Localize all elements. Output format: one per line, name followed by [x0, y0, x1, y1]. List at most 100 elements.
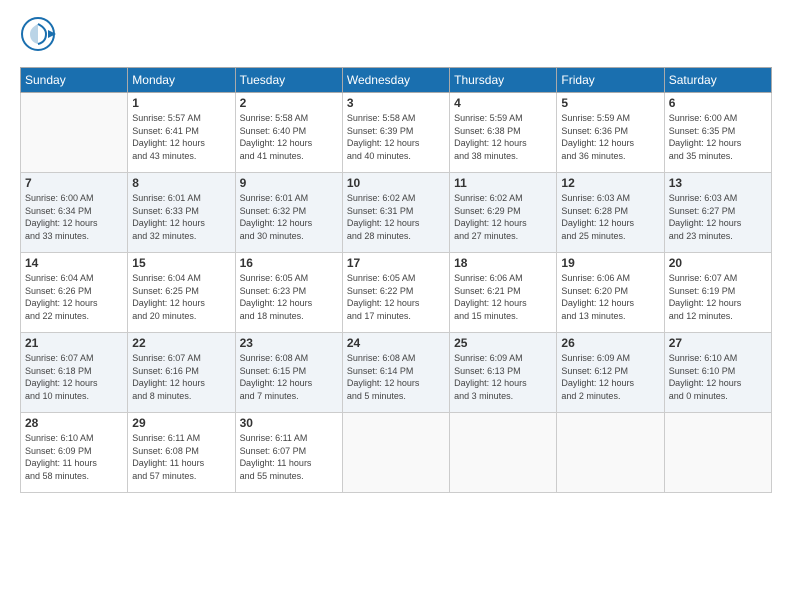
day-header-wednesday: Wednesday — [342, 68, 449, 93]
calendar-cell — [342, 413, 449, 493]
calendar-cell: 16 Sunrise: 6:05 AM Sunset: 6:23 PM Dayli… — [235, 253, 342, 333]
day-number: 3 — [347, 96, 445, 110]
calendar-cell: 3 Sunrise: 5:58 AM Sunset: 6:39 PM Daylig… — [342, 93, 449, 173]
day-number: 29 — [132, 416, 230, 430]
day-info: Sunrise: 6:06 AM Sunset: 6:21 PM Dayligh… — [454, 272, 552, 322]
calendar-header-row: SundayMondayTuesdayWednesdayThursdayFrid… — [21, 68, 772, 93]
header — [20, 16, 772, 57]
calendar-cell — [664, 413, 771, 493]
logo — [20, 16, 60, 57]
calendar-cell: 18 Sunrise: 6:06 AM Sunset: 6:21 PM Dayli… — [450, 253, 557, 333]
calendar-cell: 23 Sunrise: 6:08 AM Sunset: 6:15 PM Dayli… — [235, 333, 342, 413]
day-info: Sunrise: 6:10 AM Sunset: 6:09 PM Dayligh… — [25, 432, 123, 482]
day-info: Sunrise: 6:09 AM Sunset: 6:12 PM Dayligh… — [561, 352, 659, 402]
day-number: 10 — [347, 176, 445, 190]
day-number: 2 — [240, 96, 338, 110]
day-number: 14 — [25, 256, 123, 270]
day-header-saturday: Saturday — [664, 68, 771, 93]
calendar-cell: 25 Sunrise: 6:09 AM Sunset: 6:13 PM Dayli… — [450, 333, 557, 413]
day-number: 19 — [561, 256, 659, 270]
calendar-cell: 8 Sunrise: 6:01 AM Sunset: 6:33 PM Daylig… — [128, 173, 235, 253]
day-number: 9 — [240, 176, 338, 190]
day-number: 13 — [669, 176, 767, 190]
logo-icon — [20, 16, 56, 52]
day-number: 11 — [454, 176, 552, 190]
day-number: 22 — [132, 336, 230, 350]
day-header-sunday: Sunday — [21, 68, 128, 93]
day-info: Sunrise: 6:07 AM Sunset: 6:16 PM Dayligh… — [132, 352, 230, 402]
day-info: Sunrise: 6:01 AM Sunset: 6:33 PM Dayligh… — [132, 192, 230, 242]
day-number: 12 — [561, 176, 659, 190]
calendar-cell: 14 Sunrise: 6:04 AM Sunset: 6:26 PM Dayli… — [21, 253, 128, 333]
calendar-cell: 11 Sunrise: 6:02 AM Sunset: 6:29 PM Dayli… — [450, 173, 557, 253]
calendar-cell: 24 Sunrise: 6:08 AM Sunset: 6:14 PM Dayli… — [342, 333, 449, 413]
week-row-3: 14 Sunrise: 6:04 AM Sunset: 6:26 PM Dayli… — [21, 253, 772, 333]
day-number: 15 — [132, 256, 230, 270]
calendar-cell: 28 Sunrise: 6:10 AM Sunset: 6:09 PM Dayli… — [21, 413, 128, 493]
day-info: Sunrise: 6:11 AM Sunset: 6:07 PM Dayligh… — [240, 432, 338, 482]
calendar-cell: 1 Sunrise: 5:57 AM Sunset: 6:41 PM Daylig… — [128, 93, 235, 173]
day-info: Sunrise: 5:57 AM Sunset: 6:41 PM Dayligh… — [132, 112, 230, 162]
day-info: Sunrise: 6:05 AM Sunset: 6:23 PM Dayligh… — [240, 272, 338, 322]
week-row-5: 28 Sunrise: 6:10 AM Sunset: 6:09 PM Dayli… — [21, 413, 772, 493]
day-info: Sunrise: 6:02 AM Sunset: 6:31 PM Dayligh… — [347, 192, 445, 242]
day-info: Sunrise: 6:11 AM Sunset: 6:08 PM Dayligh… — [132, 432, 230, 482]
day-number: 20 — [669, 256, 767, 270]
calendar-cell: 12 Sunrise: 6:03 AM Sunset: 6:28 PM Dayli… — [557, 173, 664, 253]
day-number: 24 — [347, 336, 445, 350]
calendar-cell: 26Sunrise: 6:09 AM Sunset: 6:12 PM Dayli… — [557, 333, 664, 413]
day-info: Sunrise: 6:08 AM Sunset: 6:14 PM Dayligh… — [347, 352, 445, 402]
day-number: 16 — [240, 256, 338, 270]
day-header-thursday: Thursday — [450, 68, 557, 93]
calendar-cell: 4 Sunrise: 5:59 AM Sunset: 6:38 PM Daylig… — [450, 93, 557, 173]
day-header-friday: Friday — [557, 68, 664, 93]
day-number: 4 — [454, 96, 552, 110]
calendar-cell: 13Sunrise: 6:03 AM Sunset: 6:27 PM Dayli… — [664, 173, 771, 253]
day-number: 30 — [240, 416, 338, 430]
calendar-cell — [21, 93, 128, 173]
day-info: Sunrise: 6:04 AM Sunset: 6:26 PM Dayligh… — [25, 272, 123, 322]
day-info: Sunrise: 6:05 AM Sunset: 6:22 PM Dayligh… — [347, 272, 445, 322]
day-info: Sunrise: 5:58 AM Sunset: 6:39 PM Dayligh… — [347, 112, 445, 162]
day-info: Sunrise: 6:09 AM Sunset: 6:13 PM Dayligh… — [454, 352, 552, 402]
day-number: 8 — [132, 176, 230, 190]
day-info: Sunrise: 6:01 AM Sunset: 6:32 PM Dayligh… — [240, 192, 338, 242]
calendar-cell: 10 Sunrise: 6:02 AM Sunset: 6:31 PM Dayli… — [342, 173, 449, 253]
day-number: 17 — [347, 256, 445, 270]
day-number: 27 — [669, 336, 767, 350]
day-number: 7 — [25, 176, 123, 190]
day-number: 6 — [669, 96, 767, 110]
day-number: 21 — [25, 336, 123, 350]
calendar-cell: 2 Sunrise: 5:58 AM Sunset: 6:40 PM Daylig… — [235, 93, 342, 173]
day-number: 28 — [25, 416, 123, 430]
day-info: Sunrise: 5:58 AM Sunset: 6:40 PM Dayligh… — [240, 112, 338, 162]
calendar-cell: 5Sunrise: 5:59 AM Sunset: 6:36 PM Daylig… — [557, 93, 664, 173]
day-number: 5 — [561, 96, 659, 110]
calendar-cell: 7Sunrise: 6:00 AM Sunset: 6:34 PM Daylig… — [21, 173, 128, 253]
day-number: 1 — [132, 96, 230, 110]
calendar-cell: 17 Sunrise: 6:05 AM Sunset: 6:22 PM Dayli… — [342, 253, 449, 333]
calendar-cell: 19 Sunrise: 6:06 AM Sunset: 6:20 PM Dayli… — [557, 253, 664, 333]
day-info: Sunrise: 6:03 AM Sunset: 6:28 PM Dayligh… — [561, 192, 659, 242]
calendar-cell: 15 Sunrise: 6:04 AM Sunset: 6:25 PM Dayli… — [128, 253, 235, 333]
week-row-2: 7Sunrise: 6:00 AM Sunset: 6:34 PM Daylig… — [21, 173, 772, 253]
calendar-table: SundayMondayTuesdayWednesdayThursdayFrid… — [20, 67, 772, 493]
day-info: Sunrise: 5:59 AM Sunset: 6:38 PM Dayligh… — [454, 112, 552, 162]
day-info: Sunrise: 6:08 AM Sunset: 6:15 PM Dayligh… — [240, 352, 338, 402]
day-info: Sunrise: 6:07 AM Sunset: 6:18 PM Dayligh… — [25, 352, 123, 402]
day-number: 23 — [240, 336, 338, 350]
calendar-cell — [450, 413, 557, 493]
calendar-cell: 30 Sunrise: 6:11 AM Sunset: 6:07 PM Dayli… — [235, 413, 342, 493]
day-info: Sunrise: 6:00 AM Sunset: 6:35 PM Dayligh… — [669, 112, 767, 162]
day-header-tuesday: Tuesday — [235, 68, 342, 93]
day-info: Sunrise: 6:07 AM Sunset: 6:19 PM Dayligh… — [669, 272, 767, 322]
day-number: 18 — [454, 256, 552, 270]
day-info: Sunrise: 6:02 AM Sunset: 6:29 PM Dayligh… — [454, 192, 552, 242]
day-number: 25 — [454, 336, 552, 350]
day-info: Sunrise: 6:04 AM Sunset: 6:25 PM Dayligh… — [132, 272, 230, 322]
calendar-cell: 27Sunrise: 6:10 AM Sunset: 6:10 PM Dayli… — [664, 333, 771, 413]
day-info: Sunrise: 6:06 AM Sunset: 6:20 PM Dayligh… — [561, 272, 659, 322]
week-row-4: 21 Sunrise: 6:07 AM Sunset: 6:18 PM Dayli… — [21, 333, 772, 413]
calendar-cell: 29 Sunrise: 6:11 AM Sunset: 6:08 PM Dayli… — [128, 413, 235, 493]
page: SundayMondayTuesdayWednesdayThursdayFrid… — [0, 0, 792, 612]
